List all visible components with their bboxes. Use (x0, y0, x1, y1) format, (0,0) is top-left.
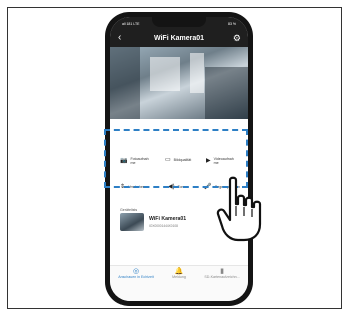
tab-live-view[interactable]: ◎ Anschauen in Echtzeit (116, 268, 156, 279)
video-window-light (150, 57, 180, 91)
sd-card-icon: ▮ (220, 268, 224, 275)
device-list-label: Gerätelists (120, 208, 138, 212)
phone-notch (152, 17, 206, 27)
video-shadow (205, 67, 248, 119)
bell-icon: 🔔 (174, 268, 184, 275)
signal-indicator: all 181 LTE (122, 22, 140, 26)
video-window-light (190, 53, 204, 93)
page-title: WiFi Kamera01 (153, 35, 205, 42)
live-video-view[interactable] (110, 47, 248, 119)
tab-messages[interactable]: 🔔 Meldung (159, 268, 199, 279)
gear-icon[interactable]: ⚙ (233, 33, 241, 44)
video-shadow (110, 47, 140, 119)
pointing-hand-icon (216, 176, 262, 242)
tab-bar: ◎ Anschauen in Echtzeit 🔔 Meldung ▮ SD-K… (110, 265, 248, 301)
nav-bar: ‹ WiFi Kamera01 ⚙ (110, 31, 248, 47)
device-id: IOX00001444X0108 (149, 224, 178, 228)
tab-sd-recordings[interactable]: ▮ SD-Kartenaufzeichn... (202, 268, 242, 279)
device-thumbnail (120, 213, 144, 231)
battery-indicator: 83 % (228, 22, 236, 26)
device-name: WiFi Kamera01 (149, 216, 187, 222)
camera-icon: ◎ (132, 268, 140, 275)
